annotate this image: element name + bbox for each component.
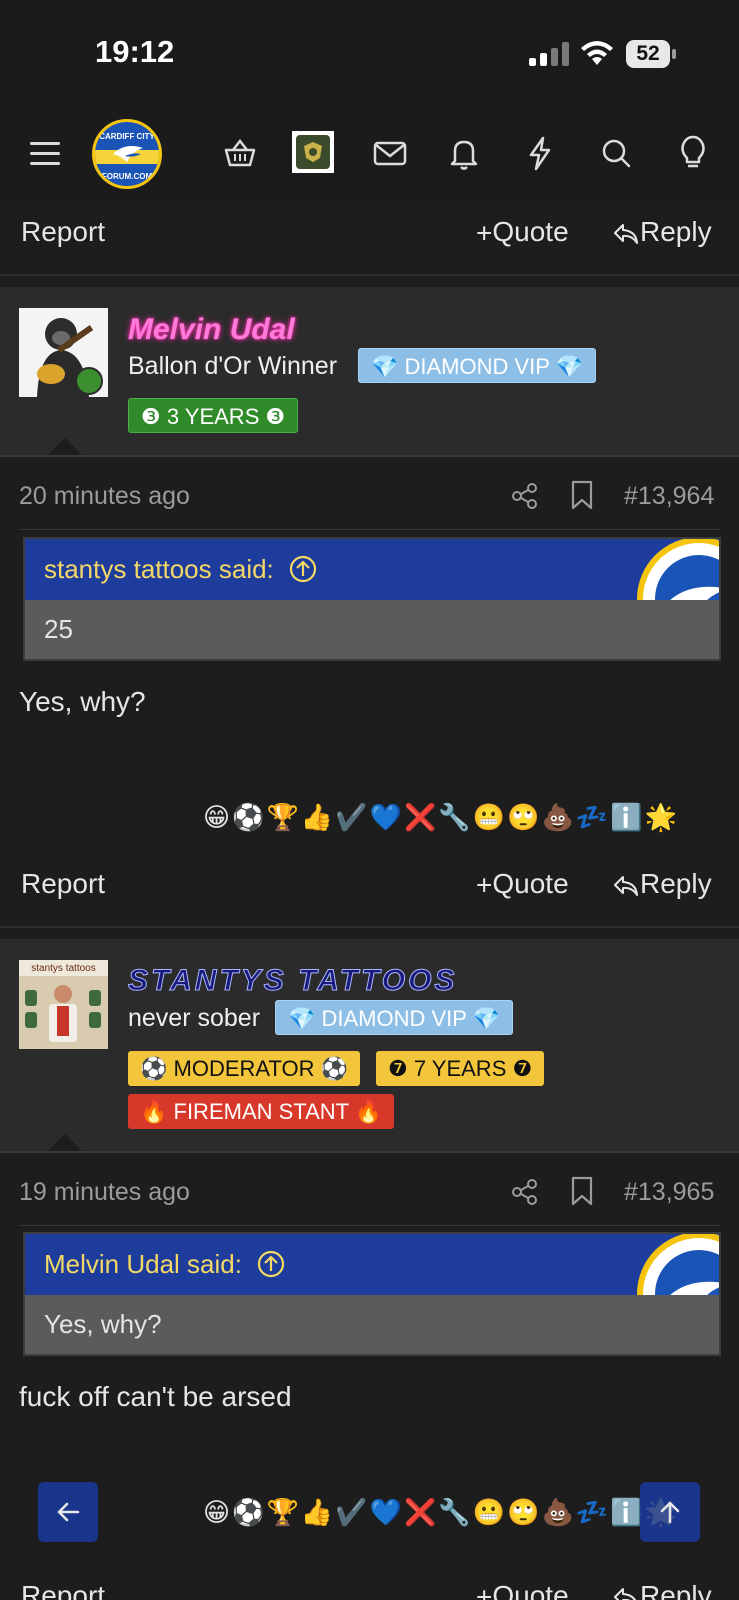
bookmark-icon[interactable]: [570, 480, 594, 510]
reply-icon: [614, 223, 638, 244]
years-badge: ❼ 7 YEARS ❼: [376, 1051, 545, 1086]
post-message: Yes, why?: [19, 686, 146, 717]
quote-button[interactable]: +Quote: [476, 216, 569, 250]
basket-icon[interactable]: [220, 133, 260, 173]
crest-icon: [304, 142, 322, 162]
site-logo[interactable]: CARDIFF CITY FORUM.COM: [92, 119, 162, 189]
user-arrow: [48, 1134, 82, 1151]
reply-button[interactable]: Reply: [612, 216, 712, 248]
quote-header[interactable]: Melvin Udal said:: [25, 1234, 719, 1295]
reply-label: Reply: [640, 868, 712, 899]
clock: 19:12: [95, 34, 175, 69]
username[interactable]: stantys tattoos: [127, 964, 457, 998]
avatar[interactable]: stantys tattoos: [19, 960, 108, 1049]
user-avatar-button[interactable]: [292, 131, 334, 173]
diamond-vip-badge: 💎 DIAMOND VIP 💎: [358, 348, 597, 383]
quote-text: Yes, why?: [44, 1309, 162, 1339]
avatar[interactable]: [19, 308, 108, 397]
search-icon[interactable]: [596, 133, 636, 173]
user-title: never sober: [128, 1004, 261, 1032]
reply-icon: [614, 1587, 637, 1600]
mail-icon[interactable]: [370, 133, 410, 173]
quote-header[interactable]: stantys tattoos said:: [25, 539, 719, 600]
reply-label: Reply: [640, 216, 712, 247]
username[interactable]: Melvin Udal: [128, 313, 295, 347]
plus-icon: +: [476, 1581, 493, 1600]
bluebird-icon: [113, 146, 143, 162]
report-link[interactable]: Report: [21, 216, 105, 248]
fireman-badge: 🔥 FIREMAN STANT 🔥: [128, 1094, 395, 1129]
quote-author[interactable]: stantys tattoos said:: [44, 554, 274, 584]
quote-button[interactable]: +Quote: [476, 1580, 569, 1600]
quote-label: Quote: [492, 1580, 569, 1600]
quote-block: stantys tattoos said: 25: [23, 537, 721, 661]
user-arrow: [48, 438, 82, 455]
reaction-bar[interactable]: 😁⚽🏆👍✔️💙❌🔧😬🙄💩💤ℹ️🌟: [203, 802, 679, 836]
divider: [0, 926, 739, 928]
post-meta: 20 minutes ago #13,964: [0, 458, 739, 530]
quote-label: Quote: [492, 216, 569, 247]
post-time[interactable]: 20 minutes ago: [19, 482, 190, 511]
diamond-vip-badge: 💎 DIAMOND VIP 💎: [275, 1000, 514, 1035]
user-title: Ballon d'Or Winner: [128, 352, 338, 380]
post-user-header: stantys tattoos stantys tattoos never so…: [0, 939, 739, 1153]
arrow-left-icon: [57, 1502, 80, 1522]
bell-icon[interactable]: [444, 133, 484, 173]
quote-button[interactable]: +Quote: [476, 868, 569, 902]
reply-button[interactable]: Reply: [612, 868, 712, 900]
quote-label: Quote: [492, 868, 569, 899]
lightning-icon[interactable]: [520, 133, 560, 173]
share-icon[interactable]: [511, 482, 539, 510]
divider: [0, 274, 739, 276]
reply-button[interactable]: Reply: [612, 1580, 712, 1600]
back-button[interactable]: [38, 1482, 98, 1542]
signal-icon: [529, 42, 569, 66]
report-link[interactable]: Report: [21, 1580, 105, 1600]
reaction-bar[interactable]: 😁⚽🏆👍✔️💙❌🔧😬🙄💩💤ℹ️🌟: [203, 1497, 679, 1531]
arrow-up-icon: [660, 1501, 680, 1524]
menu-icon[interactable]: [26, 133, 66, 173]
moderator-badge: ⚽ MODERATOR ⚽: [128, 1051, 360, 1086]
arrow-up-circle-icon[interactable]: [289, 555, 317, 583]
battery-level: 52: [626, 40, 670, 68]
post-number[interactable]: #13,965: [624, 1178, 714, 1207]
plus-icon: +: [476, 869, 493, 901]
post-time[interactable]: 19 minutes ago: [19, 1178, 190, 1207]
arrow-up-circle-icon[interactable]: [257, 1250, 285, 1278]
post-number[interactable]: #13,964: [624, 482, 714, 511]
bookmark-icon[interactable]: [570, 1176, 594, 1206]
post-actions: Report +Quote Reply: [0, 1562, 739, 1600]
quote-block: Melvin Udal said: Yes, why?: [23, 1232, 721, 1356]
status-bar: 19:12 52: [0, 0, 739, 105]
reply-icon: [614, 875, 638, 896]
plus-icon: +: [476, 217, 493, 249]
tattoo-figure-avatar: [19, 976, 108, 1049]
post-user-header: Melvin Udal Ballon d'Or Winner 💎 DIAMOND…: [0, 287, 739, 457]
post-actions: Report +Quote Reply: [0, 198, 739, 268]
report-link[interactable]: Report: [21, 868, 105, 900]
post-meta: 19 minutes ago #13,965: [0, 1154, 739, 1226]
online-status-icon: [75, 367, 103, 395]
share-icon[interactable]: [511, 1178, 539, 1206]
club-crest-watermark: [637, 1234, 719, 1295]
quote-text: 25: [44, 614, 73, 644]
wifi-icon: [581, 41, 613, 65]
battery-icon: 52: [626, 40, 676, 68]
quote-author[interactable]: Melvin Udal said:: [44, 1249, 242, 1279]
reply-label: Reply: [640, 1580, 712, 1600]
club-crest-watermark: [637, 539, 719, 600]
forum-nav-bar: CARDIFF CITY FORUM.COM: [0, 105, 739, 201]
scroll-top-button[interactable]: [640, 1482, 700, 1542]
post-message: fuck off can't be arsed: [19, 1381, 292, 1412]
lightbulb-icon[interactable]: [673, 133, 713, 173]
post-actions: Report +Quote Reply: [0, 850, 739, 920]
years-badge: ❸ 3 YEARS ❸: [128, 398, 299, 433]
